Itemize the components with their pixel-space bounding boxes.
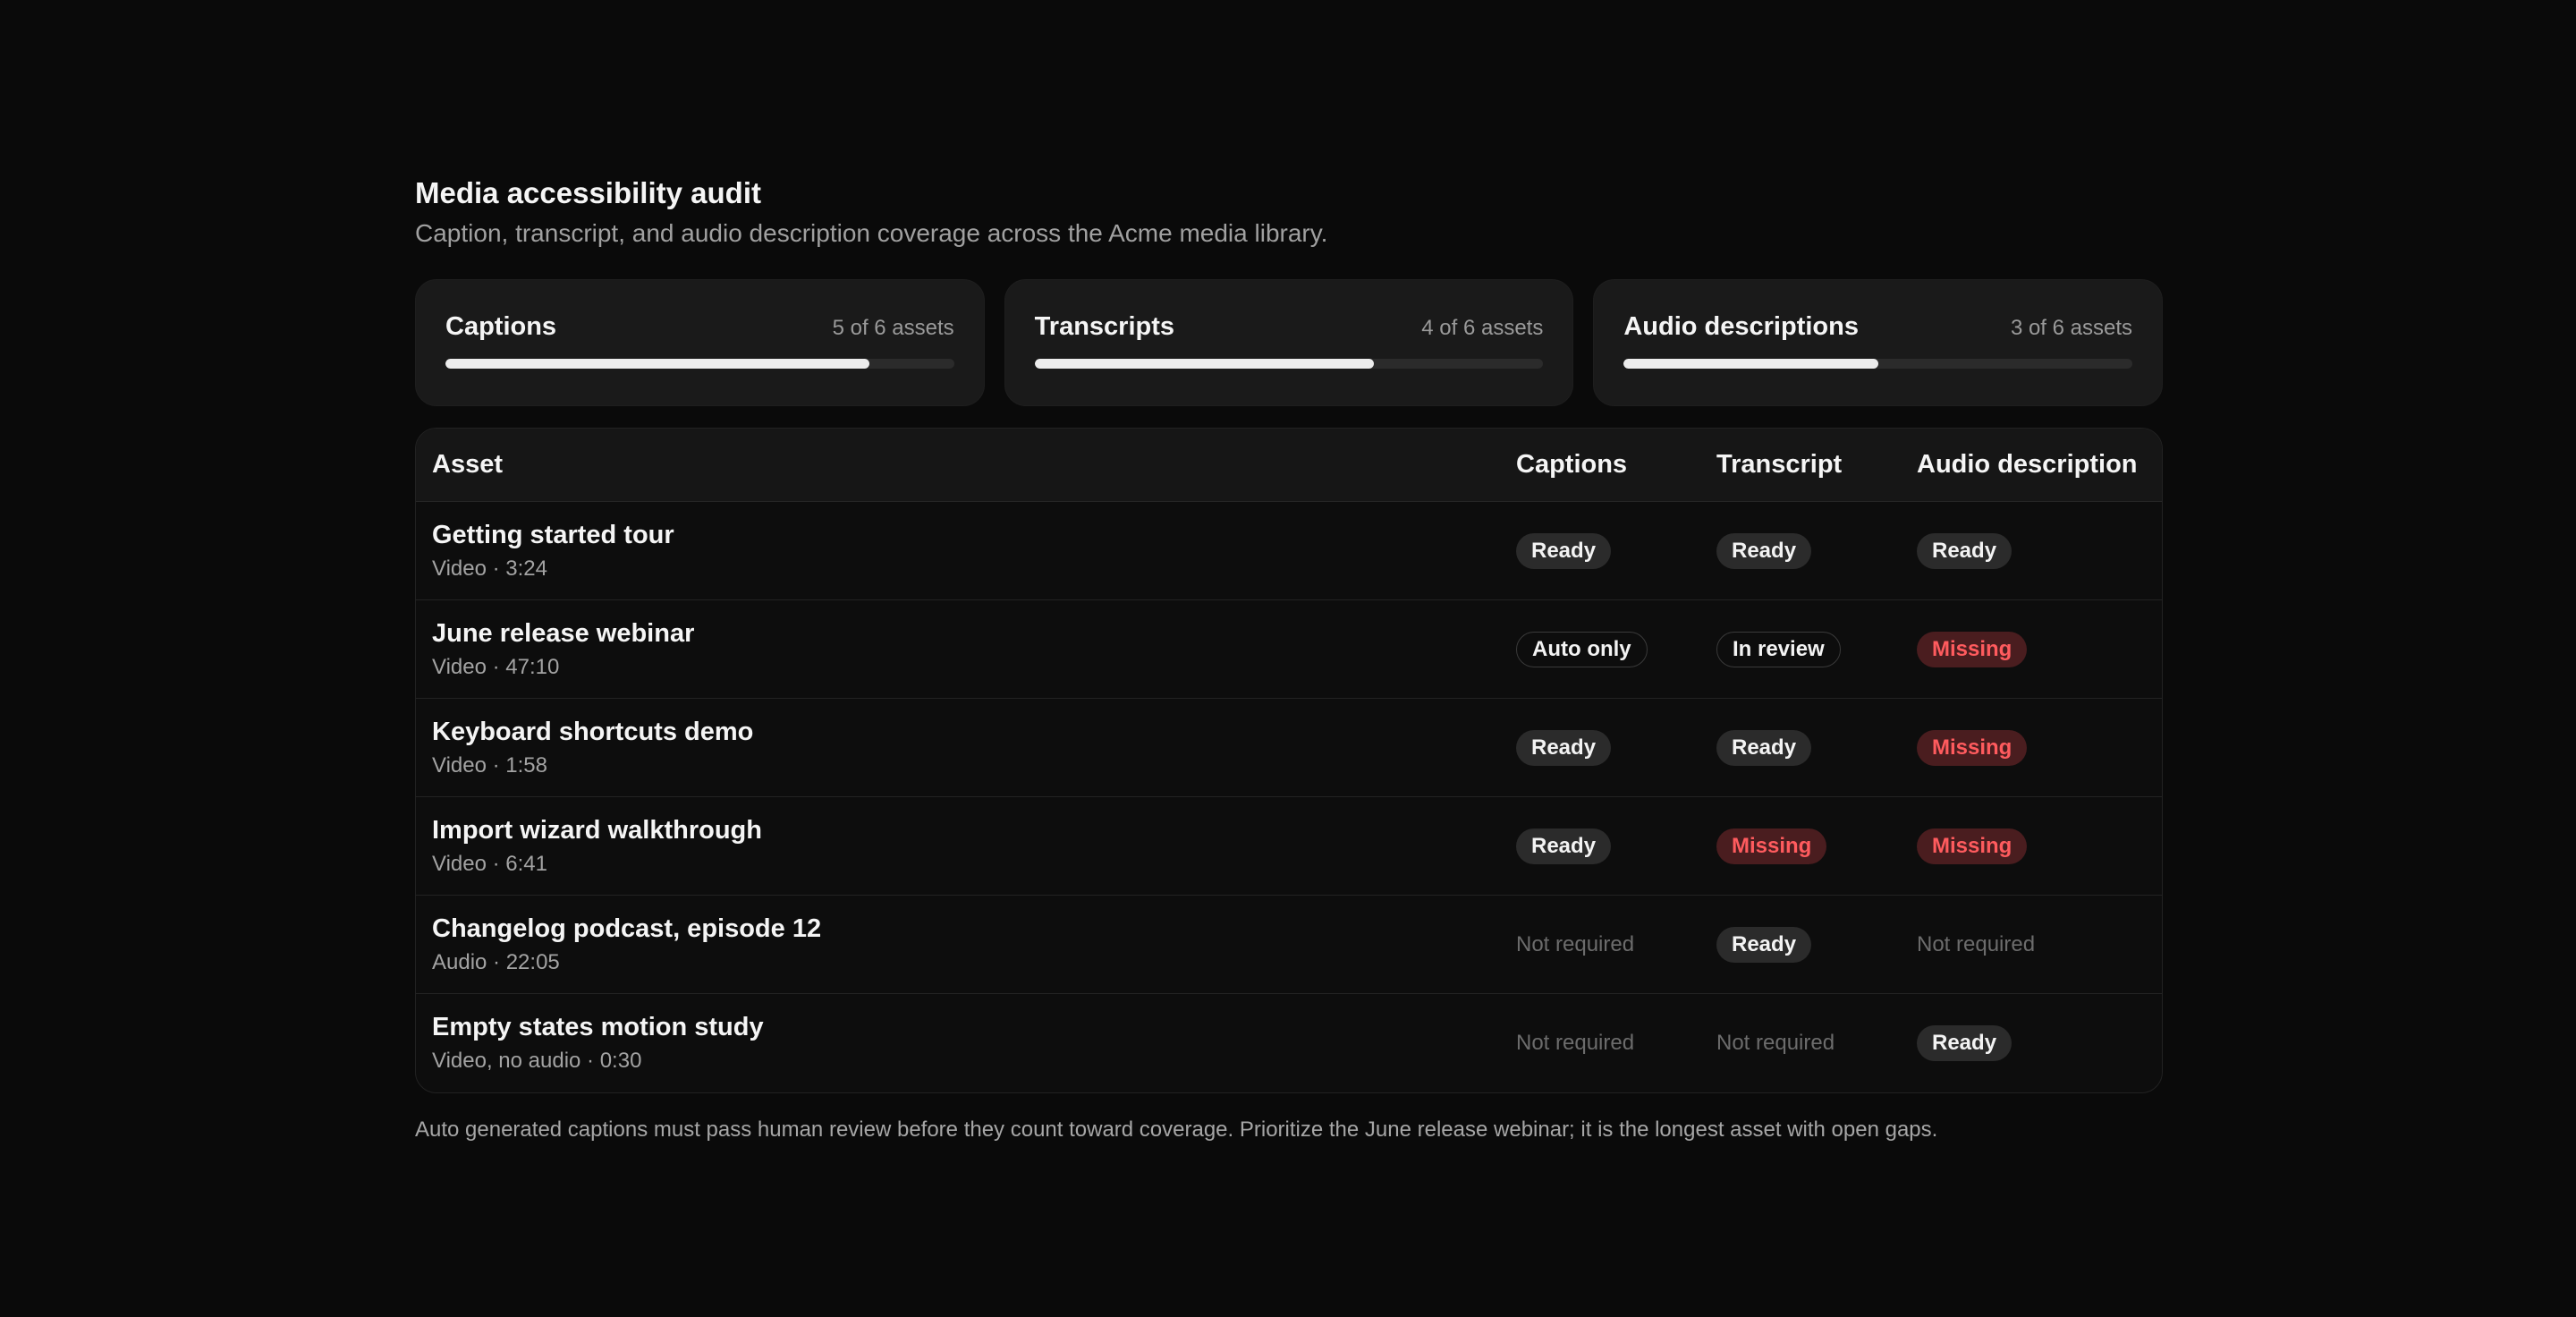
table-header: Asset Captions Transcript Audio descript… bbox=[416, 429, 2162, 502]
captions-status: Ready bbox=[1516, 532, 1612, 569]
summary-cards: Captions 5 of 6 assets Transcripts 4 of … bbox=[415, 279, 2164, 406]
column-header-asset[interactable]: Asset bbox=[416, 450, 1516, 480]
column-header-audio-description[interactable]: Audio description bbox=[1917, 450, 2162, 480]
table-row[interactable]: Getting started tour Video · 3:24 Ready … bbox=[416, 502, 2162, 600]
transcript-status: Not required bbox=[1716, 1031, 1835, 1055]
table-row[interactable]: June release webinar Video · 47:10 Auto … bbox=[416, 600, 2162, 699]
transcript-status: In review bbox=[1716, 631, 1841, 667]
asset-name: Getting started tour bbox=[432, 520, 674, 549]
asset-table: Asset Captions Transcript Audio descript… bbox=[415, 428, 2163, 1093]
transcript-status: Ready bbox=[1716, 729, 1812, 766]
progress-fill bbox=[1034, 359, 1374, 369]
footnote: Auto generated captions must pass human … bbox=[415, 1117, 1938, 1142]
audio-description-status: Missing bbox=[1917, 729, 2028, 766]
asset-name: Empty states motion study bbox=[432, 1013, 764, 1041]
progress-fill bbox=[445, 359, 869, 369]
summary-card-label: Audio descriptions bbox=[1623, 312, 1859, 341]
asset-name: Changelog podcast, episode 12 bbox=[432, 913, 822, 943]
asset-name: June release webinar bbox=[432, 618, 695, 648]
summary-card-transcripts: Transcripts 4 of 6 assets bbox=[1004, 279, 1574, 406]
progress-track bbox=[445, 359, 954, 369]
progress-track bbox=[1623, 359, 2133, 369]
audio-description-status: Not required bbox=[1917, 931, 2036, 956]
asset-name: Keyboard shortcuts demo bbox=[432, 717, 754, 746]
summary-card-label: Transcripts bbox=[1034, 312, 1175, 341]
audio-description-status: Missing bbox=[1917, 631, 2028, 667]
column-header-captions[interactable]: Captions bbox=[1516, 450, 1716, 480]
asset-meta: Video, no audio · 0:30 bbox=[432, 1049, 642, 1073]
column-header-transcript[interactable]: Transcript bbox=[1716, 450, 1917, 480]
summary-card-audio-descriptions: Audio descriptions 3 of 6 assets bbox=[1593, 279, 2164, 406]
asset-meta: Video · 3:24 bbox=[432, 556, 547, 581]
page-title: Media accessibility audit bbox=[415, 176, 761, 209]
page-subtitle: Caption, transcript, and audio descripti… bbox=[415, 219, 1328, 247]
asset-meta: Video · 1:58 bbox=[432, 752, 547, 777]
audio-description-status: Ready bbox=[1917, 1025, 2012, 1061]
progress-fill bbox=[1623, 359, 1878, 369]
summary-card-count: 3 of 6 assets bbox=[2010, 316, 2133, 340]
audio-description-status: Missing bbox=[1917, 828, 2028, 864]
asset-meta: Audio · 22:05 bbox=[432, 949, 560, 974]
captions-status: Not required bbox=[1516, 1031, 1635, 1055]
transcript-status: Ready bbox=[1716, 532, 1812, 569]
captions-status: Ready bbox=[1516, 828, 1612, 864]
table-row[interactable]: Import wizard walkthrough Video · 6:41 R… bbox=[416, 797, 2162, 896]
table-row[interactable]: Changelog podcast, episode 12 Audio · 22… bbox=[416, 896, 2162, 994]
asset-meta: Video · 47:10 bbox=[432, 654, 560, 679]
transcript-status: Ready bbox=[1716, 926, 1812, 963]
asset-name: Import wizard walkthrough bbox=[432, 815, 762, 845]
captions-status: Not required bbox=[1516, 931, 1635, 956]
audio-description-status: Ready bbox=[1917, 532, 2012, 569]
progress-track bbox=[1034, 359, 1544, 369]
captions-status: Auto only bbox=[1516, 631, 1648, 667]
audit-page: Media accessibility audit Caption, trans… bbox=[415, 175, 2164, 1145]
asset-meta: Video · 6:41 bbox=[432, 851, 547, 876]
summary-card-label: Captions bbox=[445, 312, 557, 341]
summary-card-count: 4 of 6 assets bbox=[1421, 316, 1544, 340]
captions-status: Ready bbox=[1516, 729, 1612, 766]
summary-card-captions: Captions 5 of 6 assets bbox=[415, 279, 985, 406]
table-row[interactable]: Keyboard shortcuts demo Video · 1:58 Rea… bbox=[416, 699, 2162, 797]
transcript-status: Missing bbox=[1716, 828, 1827, 864]
table-row[interactable]: Empty states motion study Video, no audi… bbox=[416, 994, 2162, 1092]
summary-card-count: 5 of 6 assets bbox=[832, 316, 954, 340]
